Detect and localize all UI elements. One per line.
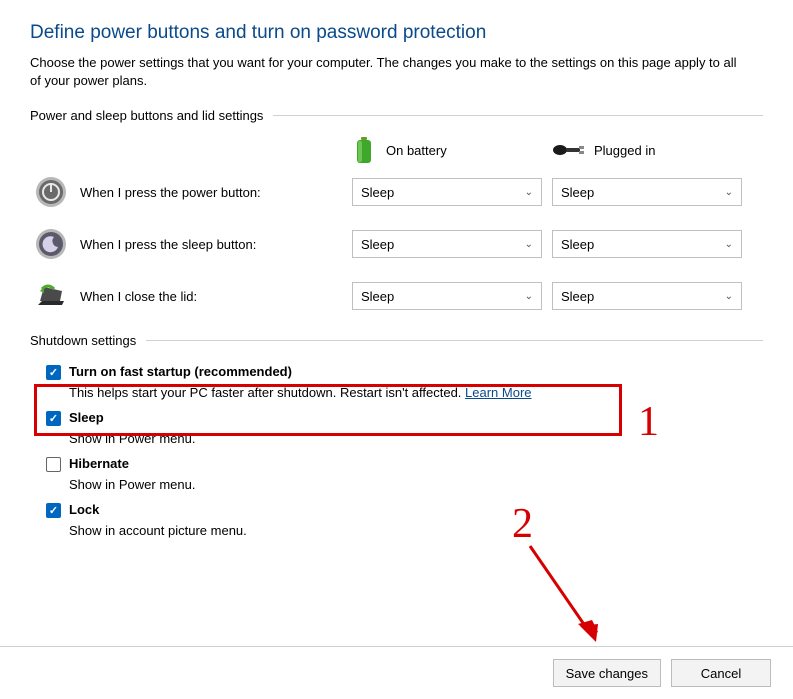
sleep-desc: Show in Power menu. [30,431,763,446]
power-button-label: When I press the power button: [80,185,352,200]
battery-icon [352,135,376,165]
checkbox-row-fast-startup: ✓ Turn on fast startup (recommended) [30,360,763,384]
chevron-down-icon: ⌄ [725,291,733,302]
section-header-shutdown: Shutdown settings [30,333,763,348]
setting-row-power-button: When I press the power button: Sleep ⌄ S… [30,175,763,209]
section-header-power-sleep: Power and sleep buttons and lid settings [30,108,763,123]
sleep-checkbox[interactable]: ✓ [46,411,61,426]
column-headers: On battery Plugged in [352,135,763,165]
col-plugged-in-label: Plugged in [594,143,655,158]
sleep-label: Sleep [69,410,104,425]
lock-checkbox[interactable]: ✓ [46,503,61,518]
power-button-battery-select[interactable]: Sleep ⌄ [352,178,542,206]
fast-startup-desc: This helps start your PC faster after sh… [30,385,763,400]
close-lid-plugged-select[interactable]: Sleep ⌄ [552,282,742,310]
save-changes-button[interactable]: Save changes [553,659,661,687]
plug-icon [552,140,584,160]
col-on-battery-label: On battery [386,143,447,158]
checkbox-row-hibernate: Hibernate [30,452,763,476]
lock-desc: Show in account picture menu. [30,523,763,538]
chevron-down-icon: ⌄ [725,239,733,250]
fast-startup-label: Turn on fast startup (recommended) [69,364,292,379]
hibernate-label: Hibernate [69,456,129,471]
close-lid-label: When I close the lid: [80,289,352,304]
sleep-button-label: When I press the sleep button: [80,237,352,252]
chevron-down-icon: ⌄ [525,239,533,250]
chevron-down-icon: ⌄ [725,187,733,198]
sleep-button-battery-select[interactable]: Sleep ⌄ [352,230,542,258]
close-lid-battery-select[interactable]: Sleep ⌄ [352,282,542,310]
hibernate-checkbox[interactable] [46,457,61,472]
learn-more-link[interactable]: Learn More [465,385,531,400]
annotation-arrow [520,540,640,660]
checkbox-row-lock: ✓ Lock [30,498,763,522]
setting-row-sleep-button: When I press the sleep button: Sleep ⌄ S… [30,227,763,261]
checkbox-row-sleep: ✓ Sleep [30,406,763,430]
section-label: Power and sleep buttons and lid settings [30,108,263,123]
cancel-button[interactable]: Cancel [671,659,771,687]
hibernate-desc: Show in Power menu. [30,477,763,492]
close-lid-icon [34,279,68,313]
page-title: Define power buttons and turn on passwor… [30,22,763,44]
footer-buttons: Save changes Cancel [0,646,793,699]
sleep-button-plugged-select[interactable]: Sleep ⌄ [552,230,742,258]
page-description: Choose the power settings that you want … [30,54,750,90]
setting-row-close-lid: When I close the lid: Sleep ⌄ Sleep ⌄ [30,279,763,313]
lock-label: Lock [69,502,99,517]
chevron-down-icon: ⌄ [525,291,533,302]
power-button-plugged-select[interactable]: Sleep ⌄ [552,178,742,206]
power-button-icon [34,175,68,209]
sleep-button-icon [34,227,68,261]
section-label: Shutdown settings [30,333,136,348]
fast-startup-checkbox[interactable]: ✓ [46,365,61,380]
chevron-down-icon: ⌄ [525,187,533,198]
